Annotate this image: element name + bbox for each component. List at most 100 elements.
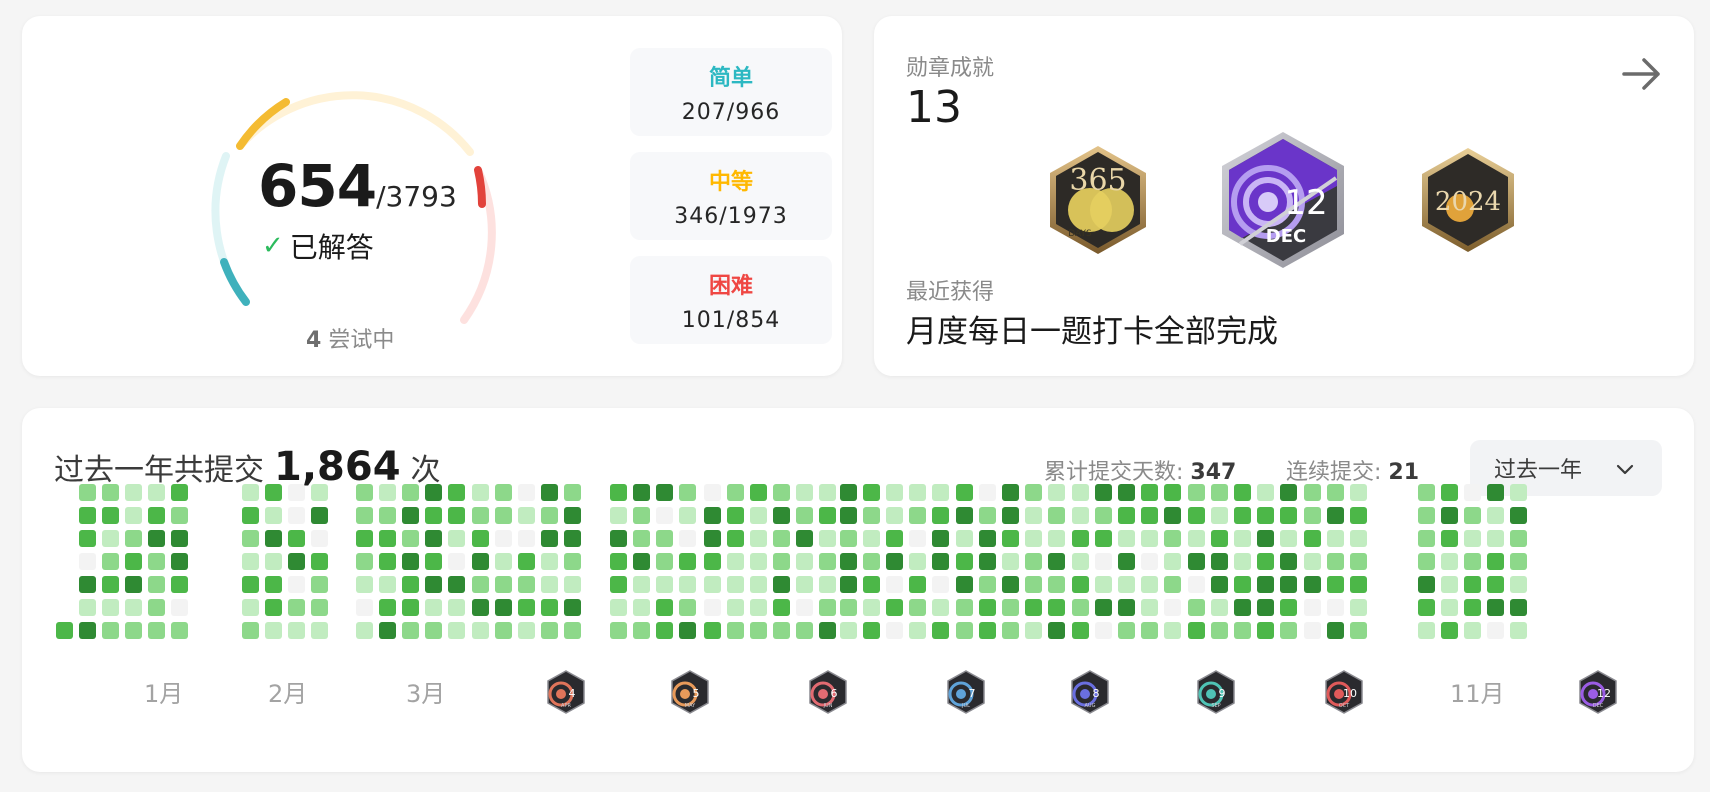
heatmap-cell[interactable] bbox=[1095, 599, 1112, 616]
heatmap-cell[interactable] bbox=[242, 622, 259, 639]
heatmap-cell[interactable] bbox=[1441, 599, 1458, 616]
heatmap-cell[interactable] bbox=[1280, 622, 1297, 639]
heatmap-cell[interactable] bbox=[171, 553, 188, 570]
heatmap-cell[interactable] bbox=[1072, 484, 1089, 501]
heatmap-cell[interactable] bbox=[171, 599, 188, 616]
heatmap-cell[interactable] bbox=[1002, 599, 1019, 616]
heatmap-cell[interactable] bbox=[1487, 599, 1504, 616]
heatmap-cell[interactable] bbox=[840, 576, 857, 593]
heatmap-cell[interactable] bbox=[633, 576, 650, 593]
heatmap-cell[interactable] bbox=[840, 530, 857, 547]
heatmap-cell[interactable] bbox=[265, 576, 282, 593]
month-badge-sep-icon[interactable]: 9 SEP bbox=[1196, 670, 1236, 718]
heatmap-cell[interactable] bbox=[1304, 484, 1321, 501]
heatmap-cell[interactable] bbox=[840, 507, 857, 524]
heatmap-cell[interactable] bbox=[541, 553, 558, 570]
heatmap-cell[interactable] bbox=[242, 553, 259, 570]
heatmap-cell[interactable] bbox=[1418, 484, 1435, 501]
heatmap-cell[interactable] bbox=[518, 530, 535, 547]
heatmap-cell[interactable] bbox=[1211, 576, 1228, 593]
heatmap-cell[interactable] bbox=[518, 576, 535, 593]
heatmap-cell[interactable] bbox=[288, 599, 305, 616]
heatmap-cell[interactable] bbox=[773, 553, 790, 570]
heatmap-cell[interactable] bbox=[148, 507, 165, 524]
heatmap-cell[interactable] bbox=[1095, 576, 1112, 593]
heatmap-cell[interactable] bbox=[1234, 507, 1251, 524]
heatmap-cell[interactable] bbox=[518, 507, 535, 524]
heatmap-cell[interactable] bbox=[1072, 507, 1089, 524]
heatmap-cell[interactable] bbox=[1164, 530, 1181, 547]
heatmap-cell[interactable] bbox=[1350, 507, 1367, 524]
heatmap-cell[interactable] bbox=[840, 553, 857, 570]
heatmap-cell[interactable] bbox=[265, 622, 282, 639]
heatmap-cell[interactable] bbox=[1487, 507, 1504, 524]
heatmap-cell[interactable] bbox=[1464, 576, 1481, 593]
heatmap-cell[interactable] bbox=[727, 599, 744, 616]
heatmap-cell[interactable] bbox=[956, 530, 973, 547]
heatmap-cell[interactable] bbox=[541, 530, 558, 547]
heatmap-cell[interactable] bbox=[610, 484, 627, 501]
heatmap-cell[interactable] bbox=[1188, 484, 1205, 501]
heatmap-cell[interactable] bbox=[448, 599, 465, 616]
heatmap-cell[interactable] bbox=[1257, 530, 1274, 547]
difficulty-easy[interactable]: 简单 207/966 bbox=[630, 48, 832, 136]
heatmap-cell[interactable] bbox=[1048, 599, 1065, 616]
heatmap-cell[interactable] bbox=[610, 576, 627, 593]
heatmap-cell[interactable] bbox=[1280, 507, 1297, 524]
heatmap-cell[interactable] bbox=[1304, 553, 1321, 570]
heatmap-cell[interactable] bbox=[1510, 622, 1527, 639]
heatmap-cell[interactable] bbox=[796, 507, 813, 524]
heatmap-cell[interactable] bbox=[379, 622, 396, 639]
heatmap-cell[interactable] bbox=[773, 622, 790, 639]
heatmap-cell[interactable] bbox=[125, 484, 142, 501]
heatmap-cell[interactable] bbox=[819, 530, 836, 547]
heatmap-cell[interactable] bbox=[679, 576, 696, 593]
heatmap-cell[interactable] bbox=[1487, 622, 1504, 639]
heatmap-cell[interactable] bbox=[495, 553, 512, 570]
month-badge-apr-icon[interactable]: 4 APR bbox=[546, 670, 586, 718]
heatmap-cell[interactable] bbox=[1304, 507, 1321, 524]
heatmap-cell[interactable] bbox=[495, 622, 512, 639]
heatmap-cell[interactable] bbox=[1072, 530, 1089, 547]
heatmap-cell[interactable] bbox=[1048, 553, 1065, 570]
heatmap-cell[interactable] bbox=[402, 530, 419, 547]
heatmap-cell[interactable] bbox=[656, 622, 673, 639]
heatmap-cell[interactable] bbox=[1510, 553, 1527, 570]
heatmap-cell[interactable] bbox=[1211, 553, 1228, 570]
heatmap-cell[interactable] bbox=[1257, 484, 1274, 501]
heatmap-cell[interactable] bbox=[356, 622, 373, 639]
heatmap-cell[interactable] bbox=[979, 599, 996, 616]
heatmap-cell[interactable] bbox=[840, 484, 857, 501]
heatmap-cell[interactable] bbox=[495, 530, 512, 547]
heatmap-cell[interactable] bbox=[448, 622, 465, 639]
heatmap-cell[interactable] bbox=[1211, 507, 1228, 524]
heatmap-cell[interactable] bbox=[1418, 507, 1435, 524]
heatmap-cell[interactable] bbox=[1141, 599, 1158, 616]
heatmap-cell[interactable] bbox=[796, 484, 813, 501]
heatmap-cell[interactable] bbox=[379, 553, 396, 570]
heatmap-cell[interactable] bbox=[1141, 576, 1158, 593]
heatmap-cell[interactable] bbox=[727, 553, 744, 570]
heatmap-cell[interactable] bbox=[1257, 622, 1274, 639]
difficulty-hard[interactable]: 困难 101/854 bbox=[630, 256, 832, 344]
heatmap-cell[interactable] bbox=[1257, 599, 1274, 616]
heatmap-cell[interactable] bbox=[909, 576, 926, 593]
heatmap-cell[interactable] bbox=[773, 576, 790, 593]
heatmap-cell[interactable] bbox=[1327, 576, 1344, 593]
heatmap-cell[interactable] bbox=[1002, 622, 1019, 639]
heatmap-cell[interactable] bbox=[1048, 507, 1065, 524]
heatmap-cell[interactable] bbox=[425, 507, 442, 524]
heatmap-cell[interactable] bbox=[1095, 484, 1112, 501]
heatmap-cell[interactable] bbox=[656, 553, 673, 570]
heatmap-cell[interactable] bbox=[979, 507, 996, 524]
heatmap-cell[interactable] bbox=[125, 599, 142, 616]
heatmap-cell[interactable] bbox=[379, 530, 396, 547]
heatmap-cell[interactable] bbox=[125, 553, 142, 570]
heatmap-cell[interactable] bbox=[909, 599, 926, 616]
heatmap-cell[interactable] bbox=[102, 553, 119, 570]
heatmap-cell[interactable] bbox=[727, 622, 744, 639]
difficulty-medium[interactable]: 中等 346/1973 bbox=[630, 152, 832, 240]
heatmap-cell[interactable] bbox=[79, 507, 96, 524]
heatmap-cell[interactable] bbox=[1418, 530, 1435, 547]
month-badge-jun-icon[interactable]: 6 JUN bbox=[808, 670, 848, 718]
